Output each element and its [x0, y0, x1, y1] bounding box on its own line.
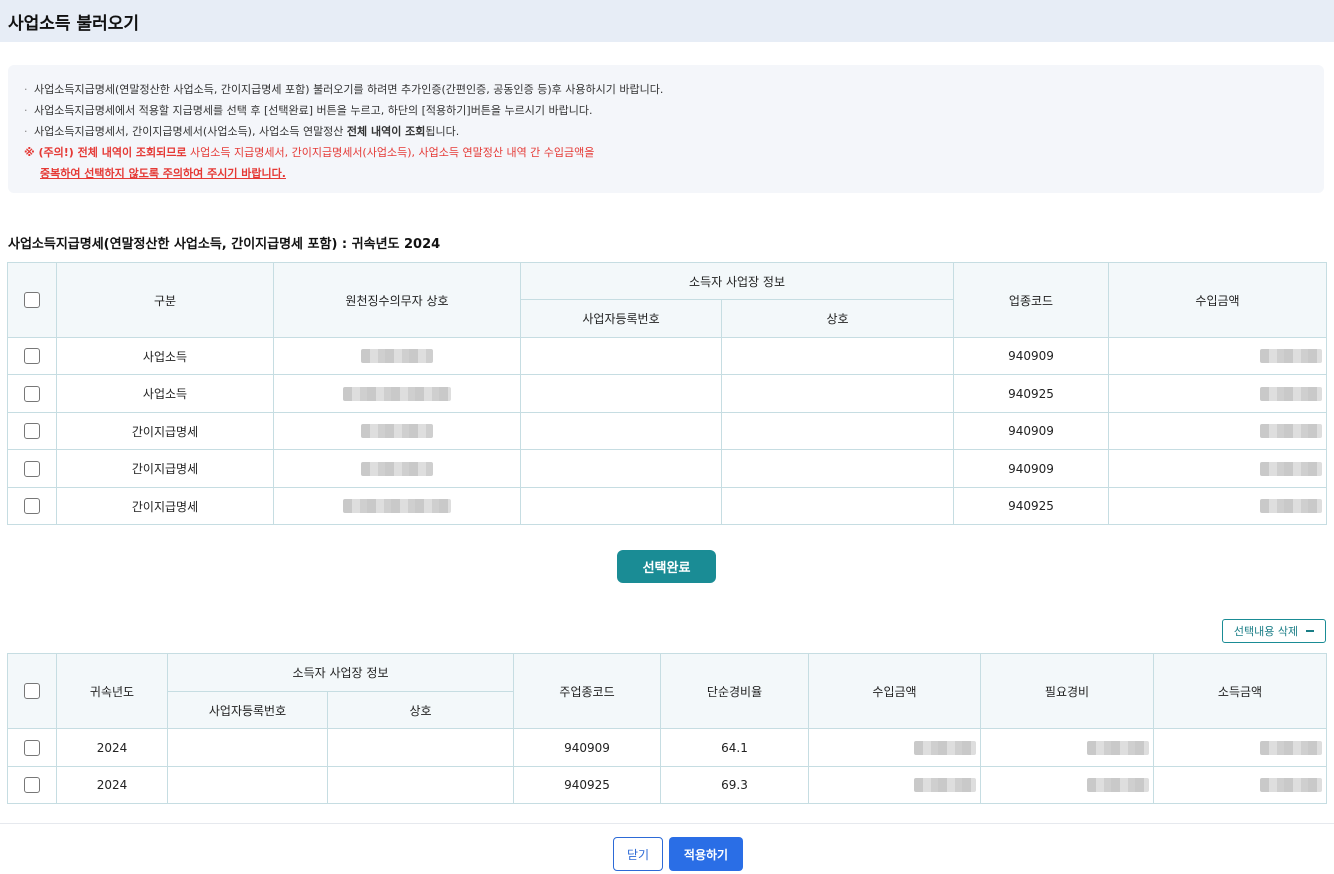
redacted-necessary-expense [1087, 778, 1150, 792]
header-year: 귀속년도 [56, 653, 168, 729]
redacted-income-amount [1260, 349, 1323, 363]
cell-industry-code: 940925 [953, 487, 1110, 525]
income-statement-table: 구분 원천징수의무자 상호 소득자 사업장 정보 업종코드 수입금액 사업자등록… [7, 262, 1328, 525]
row-checkbox[interactable] [24, 385, 40, 402]
table-row: 2024 940909 64.1 [7, 728, 1328, 767]
delete-selected-label: 선택내용 삭제 [1233, 625, 1299, 638]
bullet-icon: · [24, 104, 28, 117]
cell-simple-expense-rate: 64.1 [660, 728, 810, 767]
cell-industry-code: 940909 [953, 412, 1110, 450]
cell-type: 간이지급명세 [56, 487, 274, 525]
header-necessary-expense: 필요경비 [980, 653, 1155, 729]
select-all-checkbox[interactable] [24, 683, 40, 699]
row-checkbox[interactable] [24, 739, 40, 756]
close-button[interactable]: 닫기 [613, 837, 663, 871]
row-checkbox[interactable] [24, 460, 40, 477]
header-type: 구분 [56, 262, 274, 338]
cell-industry-code: 940925 [953, 374, 1110, 413]
notice-warning: ※ (주의!) 전체 내역이 조회되므로 사업소득 지급명세서, 간이지급명세서… [24, 146, 595, 159]
redacted-income-amount [914, 778, 977, 792]
header-earner-info: 소득자 사업장 정보 [519, 262, 955, 300]
select-done-button[interactable]: 선택완료 [617, 550, 716, 583]
redacted-income [1260, 740, 1323, 755]
notice-line-3: 사업소득지급명세서, 간이지급명세서(사업소득), 사업소득 연말정산 전체 내… [34, 125, 460, 138]
cell-industry-code: 940909 [953, 337, 1110, 375]
page-title: 사업소득 불러오기 [8, 13, 140, 34]
table-row: 사업소득 940909 [7, 337, 1328, 375]
header-biz-name: 상호 [720, 299, 955, 338]
bullet-icon: · [24, 83, 28, 96]
redacted-withholder-name [361, 424, 433, 439]
header-biz-reg-no: 사업자등록번호 [520, 299, 722, 338]
header-simple-expense-rate: 단순경비율 [660, 653, 810, 729]
redacted-withholder-name [361, 461, 433, 476]
minus-icon [1306, 630, 1315, 632]
notice-line-1: 사업소득지급명세(연말정산한 사업소득, 간이지급명세 포함) 불러오기를 하려… [34, 83, 664, 96]
header-income-amount: 수입금액 [808, 653, 982, 729]
bullet-icon: · [24, 125, 28, 138]
redacted-income-amount [1260, 499, 1323, 513]
redacted-income-amount [1260, 386, 1323, 401]
redacted-income-amount [1260, 461, 1323, 476]
cell-main-industry-code: 940909 [513, 728, 662, 767]
row-checkbox[interactable] [24, 423, 40, 439]
header-earner-info: 소득자 사업장 정보 [166, 653, 515, 692]
cell-type: 사업소득 [56, 374, 274, 413]
footer-divider [0, 823, 1334, 824]
table-row: 사업소득 940925 [7, 374, 1328, 413]
notice-warning-line-2: 중복하여 선택하지 않도록 주의하여 주시기 바랍니다. [40, 167, 286, 180]
cell-year: 2024 [56, 766, 168, 804]
row-checkbox[interactable] [24, 498, 40, 514]
cell-industry-code: 940909 [953, 449, 1110, 488]
redacted-necessary-expense [1087, 740, 1150, 755]
header-withholder-name: 원천징수의무자 상호 [273, 262, 521, 338]
section-title: 사업소득지급명세(연말정산한 사업소득, 간이지급명세 포함) : 귀속년도 2… [8, 237, 441, 252]
delete-selected-button[interactable]: 선택내용 삭제 [1222, 619, 1326, 643]
select-all-checkbox[interactable] [24, 292, 40, 308]
redacted-withholder-name [361, 349, 433, 364]
redacted-income-amount [914, 740, 977, 755]
header-industry-code: 업종코드 [953, 262, 1110, 338]
row-checkbox[interactable] [24, 777, 40, 793]
redacted-withholder-name [343, 386, 451, 401]
table-row: 간이지급명세 940925 [7, 487, 1328, 525]
redacted-withholder-name [343, 499, 451, 514]
cell-type: 간이지급명세 [56, 412, 274, 450]
cell-year: 2024 [56, 728, 168, 767]
header-biz-name: 상호 [326, 691, 515, 729]
apply-button[interactable]: 적용하기 [669, 837, 743, 871]
row-checkbox[interactable] [24, 348, 40, 364]
table-row: 간이지급명세 940909 [7, 412, 1328, 450]
header-main-industry-code: 주업종코드 [513, 653, 662, 729]
cell-type: 사업소득 [56, 337, 274, 375]
cell-type: 간이지급명세 [56, 449, 274, 488]
notice-line-2: 사업소득지급명세에서 적용할 지급명세를 선택 후 [선택완료] 버튼을 누르고… [34, 104, 593, 117]
header-income: 소득금액 [1153, 653, 1328, 729]
table-row: 간이지급명세 940909 [7, 449, 1328, 488]
cell-main-industry-code: 940925 [513, 766, 662, 804]
notice-box: · 사업소득지급명세(연말정산한 사업소득, 간이지급명세 포함) 불러오기를 하… [8, 65, 1324, 193]
applied-income-table: 귀속년도 소득자 사업장 정보 주업종코드 단순경비율 수입금액 필요경비 소득… [7, 653, 1328, 804]
cell-simple-expense-rate: 69.3 [660, 766, 810, 804]
header-biz-reg-no: 사업자등록번호 [167, 691, 328, 729]
page-header: 사업소득 불러오기 [0, 0, 1334, 42]
redacted-income-amount [1260, 424, 1323, 438]
table-row: 2024 940925 69.3 [7, 766, 1328, 804]
redacted-income [1260, 778, 1323, 792]
header-income-amount: 수입금액 [1108, 262, 1328, 338]
